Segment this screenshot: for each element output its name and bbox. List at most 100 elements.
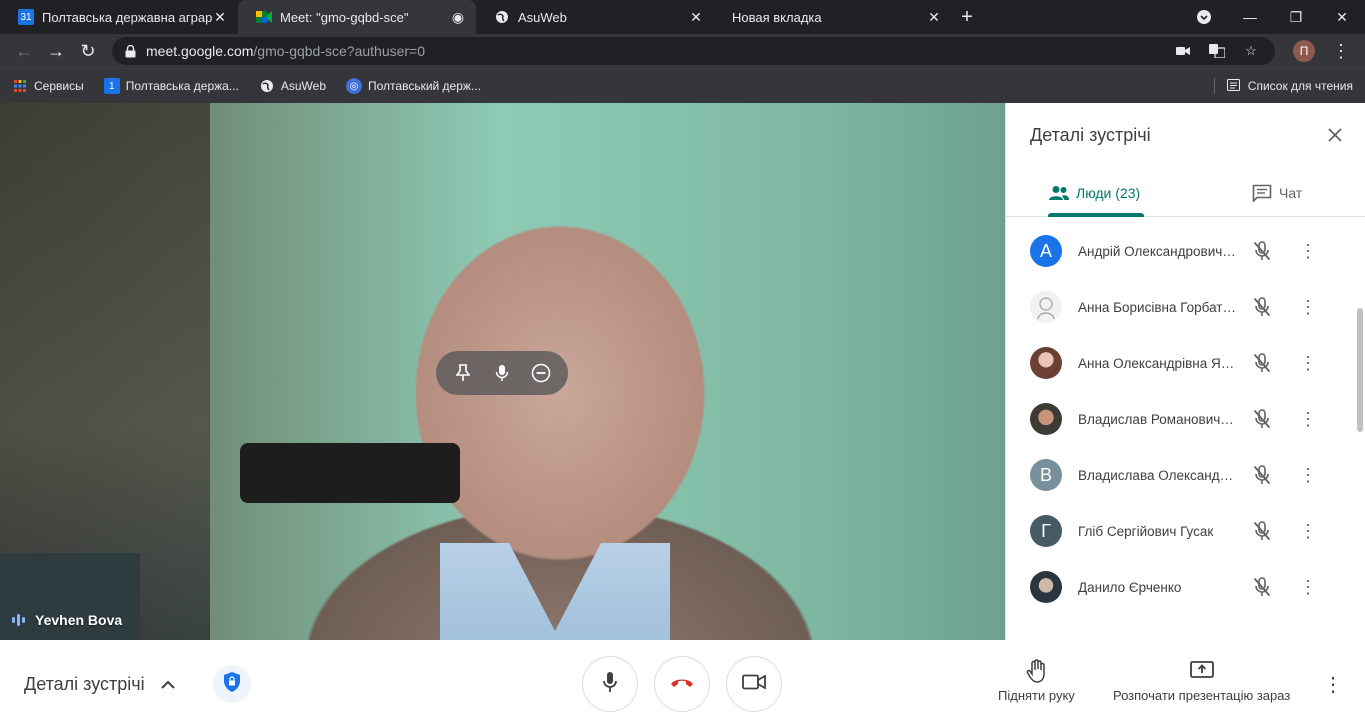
- url-path: /gmo-gqbd-sce?authuser=0: [253, 43, 426, 59]
- reload-button[interactable]: ↻: [72, 37, 104, 65]
- tab-meet[interactable]: Meet: "gmo-gqbd-sce" ◉: [238, 0, 476, 34]
- avatar: Г: [1030, 515, 1062, 547]
- globe-icon: [259, 78, 275, 94]
- list-item[interactable]: Владислав Романович Лук'яненко ⋮: [1006, 391, 1356, 447]
- new-tab-button[interactable]: +: [952, 0, 982, 34]
- forward-button[interactable]: →: [40, 37, 72, 65]
- more-options-icon[interactable]: ⋮: [1296, 407, 1320, 431]
- reading-list-label: Список для чтения: [1247, 79, 1353, 93]
- address-bar[interactable]: meet.google.com/gmo-gqbd-sce?authuser=0 …: [112, 37, 1275, 65]
- mic-off-icon: [1250, 519, 1274, 543]
- bookmark-poltava-site[interactable]: ◎ Полтавський держ...: [346, 78, 481, 94]
- panel-title: Деталі зустрічі: [1030, 125, 1151, 145]
- close-window-button[interactable]: ✕: [1319, 0, 1365, 34]
- mic-off-icon: [1250, 575, 1274, 599]
- list-item[interactable]: В Владислава Олександрівна Коваленко ⋮: [1006, 447, 1356, 503]
- participant-name: Владислав Романович Лук'яненко: [1078, 411, 1236, 427]
- raise-hand-button[interactable]: Підняти руку: [998, 658, 1075, 703]
- more-options-icon[interactable]: ⋮: [1296, 519, 1320, 543]
- browser-chrome: 31 Полтавська державна аграрна а ✕ Meet:…: [0, 0, 1365, 103]
- host-controls-button[interactable]: [213, 665, 251, 703]
- browser-menu-icon[interactable]: ⋮: [1325, 37, 1357, 65]
- camera-in-use-icon[interactable]: [1171, 41, 1195, 61]
- more-options-icon[interactable]: ⋮: [1321, 672, 1345, 696]
- present-now-button[interactable]: Розпочати презентацію зараз: [1113, 658, 1290, 703]
- avatar: В: [1030, 459, 1062, 491]
- raise-hand-label: Підняти руку: [998, 688, 1075, 703]
- participant-name: Андрій Олександрович Бабак: [1078, 243, 1236, 259]
- bookmark-poltava-calendar[interactable]: 1 Полтавська держа...: [103, 78, 239, 94]
- meet-icon: [256, 9, 272, 25]
- microphone-icon: [602, 671, 618, 698]
- apps-grid-icon: [12, 78, 28, 94]
- calendar-icon: 1: [103, 78, 120, 94]
- tab-people[interactable]: Люди (23): [1048, 169, 1140, 217]
- back-button[interactable]: ←: [8, 37, 40, 65]
- participants-scrollbar[interactable]: [1357, 308, 1363, 432]
- speaker-name: Yevhen Bova: [35, 612, 123, 628]
- active-tab-indicator: [1048, 213, 1144, 217]
- list-item[interactable]: Г Гліб Сергійович Гусак ⋮: [1006, 503, 1356, 559]
- participants-list[interactable]: А Андрій Олександрович Бабак ⋮ Анна Бори…: [1006, 223, 1356, 640]
- meeting-details-button[interactable]: Деталі зустрічі: [24, 674, 177, 695]
- globe-icon: [494, 9, 510, 25]
- close-icon[interactable]: ✕: [688, 9, 704, 25]
- microphone-icon[interactable]: [488, 359, 516, 387]
- list-item[interactable]: А Андрій Олександрович Бабак ⋮: [1006, 223, 1356, 279]
- participant-name: Гліб Сергійович Гусак: [1078, 523, 1214, 539]
- end-call-button[interactable]: [654, 656, 710, 712]
- minimize-button[interactable]: —: [1227, 0, 1273, 34]
- mic-off-icon: [1250, 239, 1274, 263]
- bookmark-asuweb[interactable]: AsuWeb: [259, 78, 326, 94]
- meeting-details-label: Деталі зустрічі: [24, 674, 145, 694]
- list-item[interactable]: Анна Олександрівна Яковенко ⋮: [1006, 335, 1356, 391]
- more-options-icon[interactable]: ⋮: [1296, 295, 1320, 319]
- bookmark-label: Полтавська держа...: [125, 79, 239, 93]
- bookmark-label: Сервисы: [34, 79, 84, 93]
- maximize-button[interactable]: ❐: [1273, 0, 1319, 34]
- avatar: [1030, 291, 1062, 323]
- speaker-shirt: [440, 543, 670, 640]
- camera-button[interactable]: [726, 656, 782, 712]
- more-options-icon[interactable]: ⋮: [1296, 351, 1320, 375]
- close-icon[interactable]: ✕: [926, 9, 942, 25]
- tab-poltava-calendar[interactable]: 31 Полтавська державна аграрна а ✕: [0, 0, 238, 34]
- calendar-icon: 31: [18, 9, 34, 25]
- list-item[interactable]: Анна Борисівна Горбатюк ⋮: [1006, 279, 1356, 335]
- close-icon[interactable]: ✕: [212, 9, 228, 25]
- reading-list[interactable]: Список для чтения: [1213, 78, 1353, 94]
- meeting-details-panel: Деталі зустрічі Люди (23) Чат А Андрій О…: [1005, 103, 1365, 640]
- tab-asuweb[interactable]: AsuWeb ✕: [476, 0, 714, 34]
- close-panel-button[interactable]: [1323, 123, 1347, 147]
- tab-people-label: Люди (23): [1076, 185, 1141, 201]
- list-item[interactable]: Данило Єрченко ⋮: [1006, 559, 1356, 615]
- bookmark-services[interactable]: Сервисы: [12, 78, 84, 94]
- remove-from-call-icon[interactable]: [527, 359, 555, 387]
- bookmark-star-icon[interactable]: ☆: [1239, 41, 1263, 61]
- more-options-icon[interactable]: ⋮: [1296, 239, 1320, 263]
- hang-up-icon: [669, 675, 695, 693]
- more-options-icon[interactable]: ⋮: [1296, 575, 1320, 599]
- participant-name: Данило Єрченко: [1078, 579, 1182, 595]
- speaker-label: Yevhen Bova: [12, 612, 122, 628]
- recording-dot-icon: ◉: [451, 8, 465, 25]
- avatar: [1030, 403, 1062, 435]
- more-options-icon[interactable]: ⋮: [1296, 463, 1320, 487]
- present-now-label: Розпочати презентацію зараз: [1113, 688, 1291, 703]
- present-screen-icon: [1189, 658, 1215, 684]
- microphone-button[interactable]: [582, 656, 638, 712]
- reading-list-icon: [1226, 78, 1240, 94]
- tab-title: AsuWeb: [518, 9, 567, 25]
- lock-icon[interactable]: [124, 44, 136, 58]
- translate-icon[interactable]: [1205, 41, 1229, 61]
- tab-chat-label: Чат: [1279, 185, 1303, 201]
- mic-off-icon: [1250, 295, 1274, 319]
- tab-search-icon[interactable]: [1181, 0, 1227, 34]
- tab-chat[interactable]: Чат: [1251, 169, 1302, 217]
- profile-avatar[interactable]: П: [1293, 40, 1315, 62]
- participant-name: Анна Олександрівна Яковенко: [1078, 355, 1236, 371]
- tab-new[interactable]: Новая вкладка ✕: [714, 0, 952, 34]
- chat-icon: [1251, 182, 1273, 204]
- pin-icon[interactable]: [449, 359, 477, 387]
- main-video-tile[interactable]: Yevhen Bova: [0, 103, 1005, 640]
